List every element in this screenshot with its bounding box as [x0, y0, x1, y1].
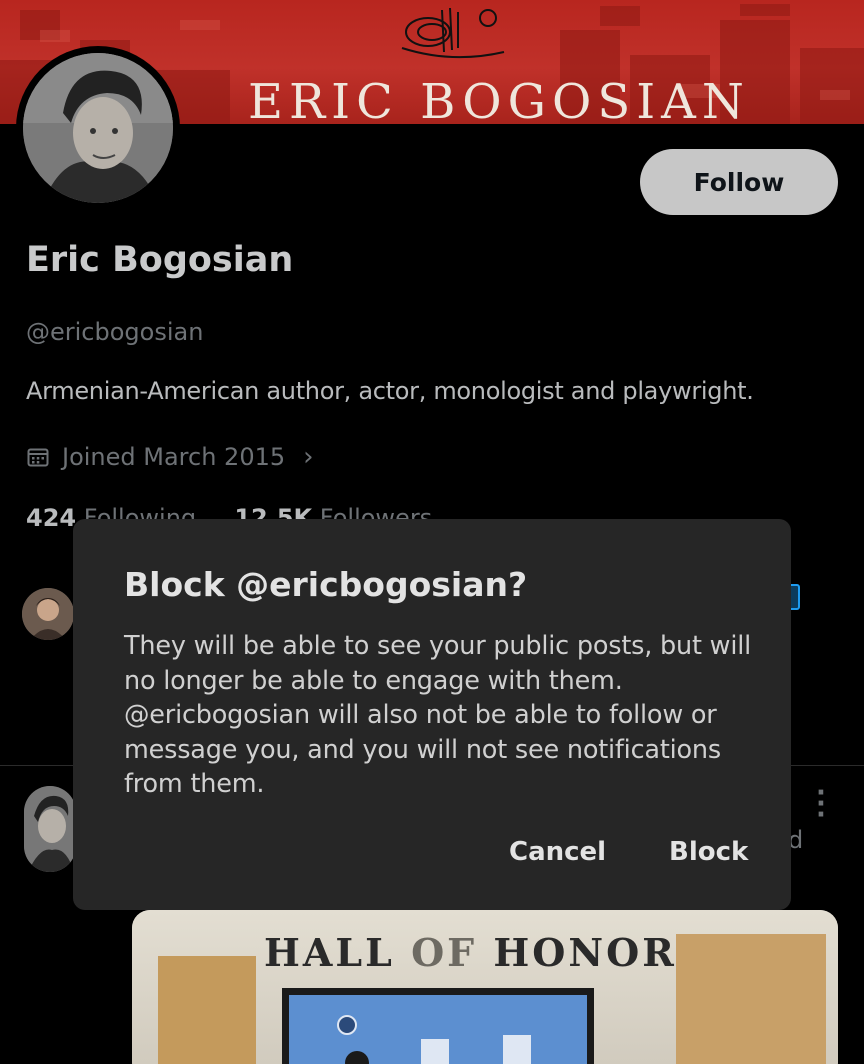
hall-of-honor-sign: HALL OF HONOR	[264, 930, 677, 975]
cork-board-left	[158, 956, 256, 1064]
block-dialog: Block @ericbogosian? They will be able t…	[73, 519, 791, 910]
chevron-right-icon: ›	[303, 442, 314, 472]
banner-title: ERIC BOGOSIAN	[248, 74, 750, 124]
honor-word: HONOR	[493, 930, 677, 975]
joined-date-text: Joined March 2015	[62, 443, 286, 471]
tughra-emblem	[401, 7, 505, 59]
block-button[interactable]: Block	[669, 837, 748, 867]
tweet-author-photo	[24, 786, 76, 872]
cancel-button[interactable]: Cancel	[509, 837, 606, 867]
avatar-photo	[23, 53, 173, 203]
profile-handle: @ericbogosian	[26, 318, 204, 346]
cork-board-right	[676, 934, 826, 1064]
followed-by-photo	[22, 588, 74, 640]
display-screen	[282, 988, 594, 1064]
profile-bio: Armenian-American author, actor, monolog…	[26, 377, 754, 405]
screen-graphics	[337, 1015, 531, 1064]
calendar-icon	[27, 448, 49, 467]
followed-by-avatar[interactable]	[22, 588, 74, 640]
follow-button[interactable]: Follow	[640, 149, 838, 215]
following-count: 424	[26, 504, 77, 532]
of-word: OF	[411, 930, 478, 975]
tweet-author-avatar[interactable]	[24, 786, 76, 872]
dialog-body: They will be able to see your public pos…	[124, 631, 751, 799]
hall-word: HALL	[264, 930, 395, 975]
joined-date-row[interactable]: Joined March 2015 ›	[26, 442, 314, 472]
display-name: Eric Bogosian	[26, 240, 294, 280]
dialog-title: Block @ericbogosian?	[124, 565, 528, 604]
avatar[interactable]	[23, 53, 173, 203]
tweet-media-image[interactable]: HALL OF HONOR	[132, 910, 838, 1064]
display-screen-content	[289, 995, 587, 1064]
more-options-icon[interactable]: · · ·	[812, 780, 830, 828]
